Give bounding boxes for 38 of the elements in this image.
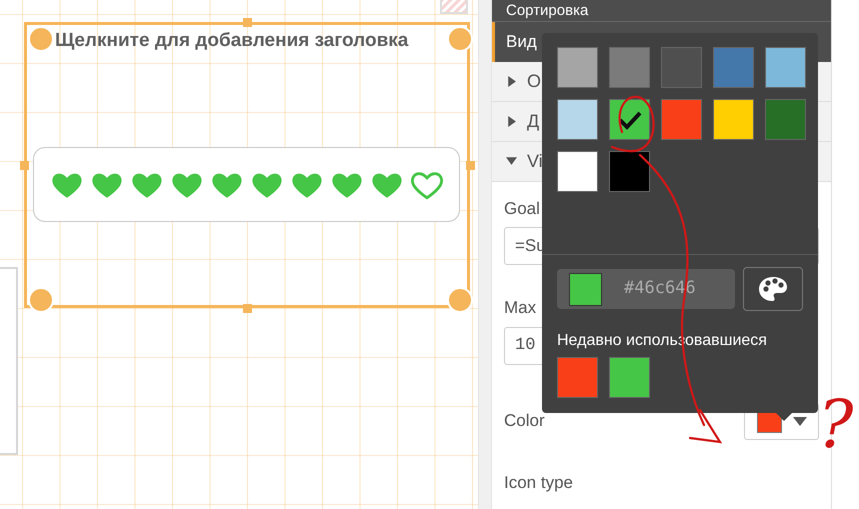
section-header[interactable]: Сортировка	[492, 0, 831, 22]
palette-button[interactable]	[743, 267, 803, 311]
color-swatch[interactable]	[557, 151, 598, 192]
chart-title[interactable]: Щелкните для добавления заголовка	[55, 27, 408, 56]
resize-handle[interactable]	[243, 18, 252, 27]
field-label: Icon type	[504, 472, 574, 494]
color-swatch[interactable]	[609, 151, 650, 192]
color-swatch[interactable]	[765, 99, 806, 140]
color-swatch[interactable]	[765, 47, 806, 88]
color-swatch[interactable]	[713, 99, 754, 140]
expand-triangle-icon[interactable]	[506, 73, 517, 90]
hatched-icon[interactable]	[440, 0, 468, 14]
caret-icon	[792, 416, 806, 426]
field-label: Max	[504, 297, 538, 320]
color-swatch[interactable]	[609, 99, 650, 140]
color-swatch[interactable]	[661, 47, 702, 88]
splitter-bar[interactable]	[478, 0, 492, 509]
color-swatch[interactable]	[557, 357, 598, 398]
color-swatch[interactable]	[661, 99, 702, 140]
color-swatch[interactable]	[609, 47, 650, 88]
field-label: Goal	[504, 198, 541, 220]
resize-handle[interactable]	[466, 161, 475, 170]
section-label[interactable]: О	[527, 68, 542, 96]
section-label[interactable]: Vi	[527, 148, 543, 175]
color-preview-swatch	[569, 272, 602, 306]
resize-handle[interactable]	[447, 26, 473, 52]
field-label: Color	[504, 410, 545, 432]
color-swatch[interactable]	[557, 47, 598, 88]
color-swatch[interactable]	[609, 357, 650, 398]
palette-icon	[758, 276, 788, 302]
resize-handle[interactable]	[447, 287, 473, 313]
resize-handle[interactable]	[243, 304, 252, 313]
color-swatch[interactable]	[713, 47, 754, 88]
resize-handle[interactable]	[20, 161, 29, 170]
question-mark: ?	[818, 392, 854, 458]
color-swatch[interactable]	[557, 99, 598, 140]
expand-triangle-icon[interactable]	[506, 113, 517, 130]
section-label[interactable]: Д	[527, 108, 540, 135]
